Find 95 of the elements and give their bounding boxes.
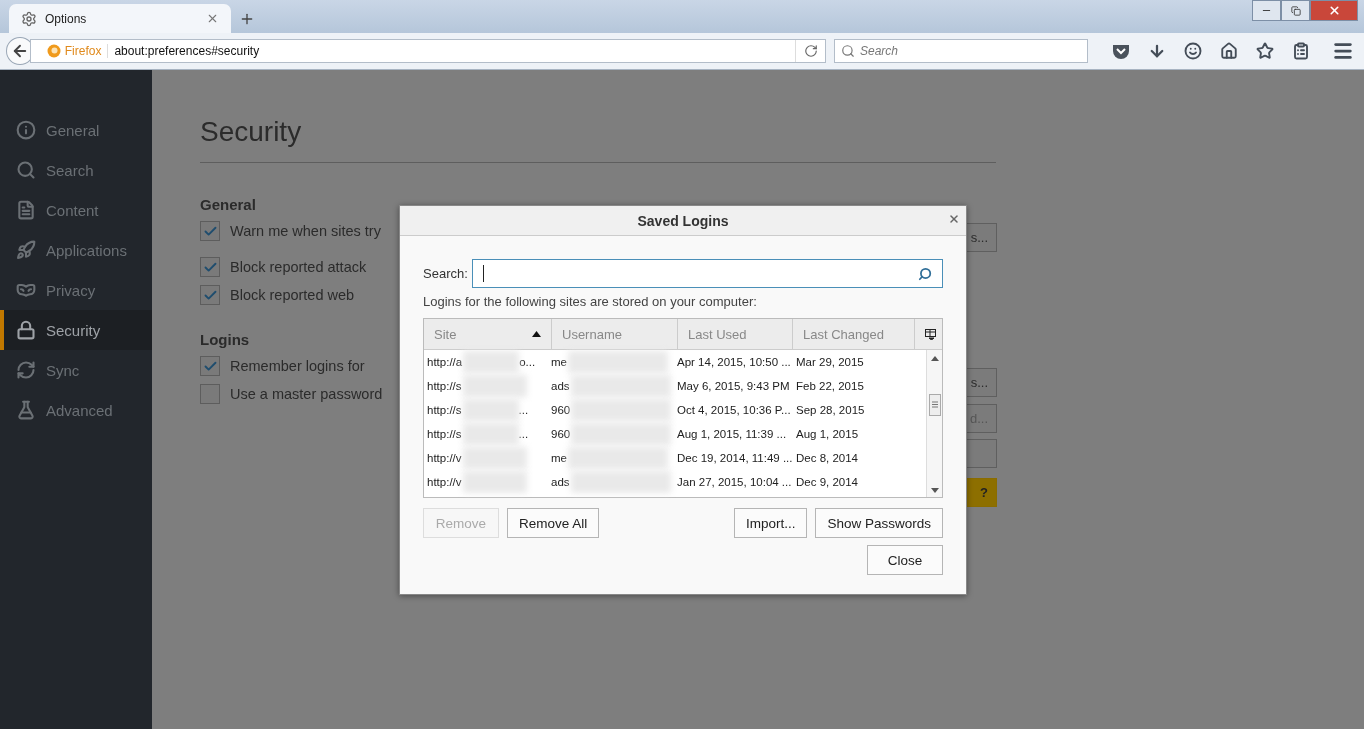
checkbox[interactable] — [200, 285, 220, 305]
table-cell-text: Mar 29, 2015 — [795, 356, 864, 368]
option-label: Use a master password — [230, 386, 383, 402]
new-tab-icon[interactable] — [239, 11, 255, 27]
dialog-button[interactable]: Show Passwords — [815, 508, 943, 538]
star-icon — [1256, 42, 1274, 60]
table-cell-text: Dec 19, 2014, 11:49 ... — [676, 452, 793, 464]
close-dialog-button[interactable] — [948, 213, 960, 225]
table-cell-text: Feb 22, 2015 — [795, 380, 864, 392]
sidebar-item[interactable]: Security — [0, 310, 152, 350]
identity-label[interactable]: Firefox — [46, 44, 109, 58]
scroll-thumb[interactable] — [928, 393, 941, 416]
section-heading: Logins — [200, 331, 250, 348]
sync-icon — [16, 360, 36, 380]
dialog-title: Saved Logins — [637, 212, 729, 229]
table-cell: http://a o... — [424, 351, 536, 373]
clipboard-icon — [1292, 42, 1310, 60]
description-text: Logins for the following sites are stored on your computer: — [423, 294, 757, 309]
table-cell: http://v — [424, 447, 527, 469]
reload-icon — [803, 44, 818, 58]
section-heading: General — [200, 196, 256, 213]
scroll-up-icon[interactable] — [930, 356, 939, 361]
checkbox[interactable] — [200, 221, 220, 241]
document-icon — [16, 200, 36, 220]
url-field[interactable]: Firefox about:preferences#security — [29, 39, 826, 63]
table-cell: http://s — [424, 375, 527, 397]
column-header[interactable]: Site — [424, 319, 552, 349]
table-cell: ads — [548, 375, 671, 397]
flask-icon — [16, 400, 36, 420]
table-cell-text: Oct 4, 2015, 10:36 P... — [676, 404, 791, 416]
lock-icon — [16, 320, 36, 340]
close-button[interactable]: Close — [867, 545, 943, 575]
close-icon — [1327, 4, 1341, 17]
column-header[interactable]: Username — [552, 319, 678, 349]
table-cell-text: Aug 1, 2015, 11:39 ... — [676, 428, 787, 440]
home-icon — [1220, 42, 1238, 60]
sidebar-item[interactable]: Privacy — [0, 270, 152, 310]
column-header[interactable]: Last Changed — [793, 319, 915, 349]
logins-search-field[interactable] — [471, 259, 943, 288]
table-cell-text: Dec 8, 2014 — [795, 452, 858, 464]
tab-title: Options — [45, 11, 88, 26]
column-picker-icon — [925, 328, 936, 340]
browser-tab[interactable]: Options — [9, 4, 231, 33]
menu-icon — [1332, 40, 1354, 62]
dialog-button[interactable]: Import... — [733, 508, 808, 538]
table-cell-text: Apr 14, 2015, 10:50 ... — [676, 356, 791, 368]
scroll-down-icon[interactable] — [930, 488, 939, 493]
table-cell-text: Dec 9, 2014 — [795, 476, 858, 488]
pocket-icon — [1112, 43, 1130, 59]
sidebar-item[interactable]: Sync — [0, 350, 152, 390]
option-label: Block reported web — [230, 287, 355, 303]
sidebar-item[interactable]: Advanced — [0, 390, 152, 430]
option-label: Remember logins for — [230, 358, 365, 374]
search-label: Search: — [423, 266, 468, 281]
table-cell: http://s ... — [424, 423, 529, 445]
table-cell: 960 — [548, 399, 672, 421]
sidebar-item[interactable]: Content — [0, 190, 152, 230]
table-cell: ads — [548, 471, 671, 493]
column-header[interactable]: Last Used — [678, 319, 793, 349]
table-cell-text: Aug 1, 2015 — [795, 428, 859, 440]
table-cell: http://s ... — [424, 399, 529, 421]
checkbox[interactable] — [200, 257, 220, 277]
table-cell-text: May 6, 2015, 9:43 PM — [676, 380, 790, 392]
scrollbar[interactable] — [926, 350, 942, 497]
checkbox[interactable] — [200, 356, 220, 376]
restore-icon — [1290, 5, 1301, 16]
close-tab-icon[interactable] — [206, 12, 219, 25]
checkbox[interactable] — [200, 384, 220, 404]
download-icon — [1148, 42, 1166, 60]
minimize-button[interactable] — [1252, 0, 1281, 21]
table-cell: me — [548, 447, 668, 469]
search-icon — [16, 160, 36, 180]
page-title: Security — [200, 116, 996, 163]
dialog-button[interactable]: Remove All — [507, 508, 600, 538]
rocket-icon — [16, 240, 36, 260]
search-icon — [841, 44, 855, 58]
sidebar-item[interactable]: Search — [0, 150, 152, 190]
option-label: Warn me when sites try — [230, 223, 381, 239]
table-cell: me — [548, 351, 668, 373]
table-cell: http://v — [424, 471, 527, 493]
close-icon — [948, 213, 960, 225]
restore-button[interactable] — [1281, 0, 1310, 21]
table-cell-text: Jan 27, 2015, 10:04 ... — [676, 476, 792, 488]
table-cell-text: Sep 28, 2015 — [795, 404, 865, 416]
search-icon — [918, 266, 932, 281]
sidebar-item[interactable]: Applications — [0, 230, 152, 270]
info-icon — [16, 120, 36, 140]
firefox-icon — [46, 44, 61, 58]
gear-icon — [21, 10, 37, 27]
sidebar-item[interactable]: General — [0, 110, 152, 150]
search-field[interactable]: Search — [834, 39, 1088, 63]
close-window-button[interactable] — [1310, 0, 1358, 21]
smiley-icon — [1184, 42, 1202, 60]
table-cell: 960 — [548, 423, 672, 445]
option-label: Block reported attack — [230, 259, 367, 275]
